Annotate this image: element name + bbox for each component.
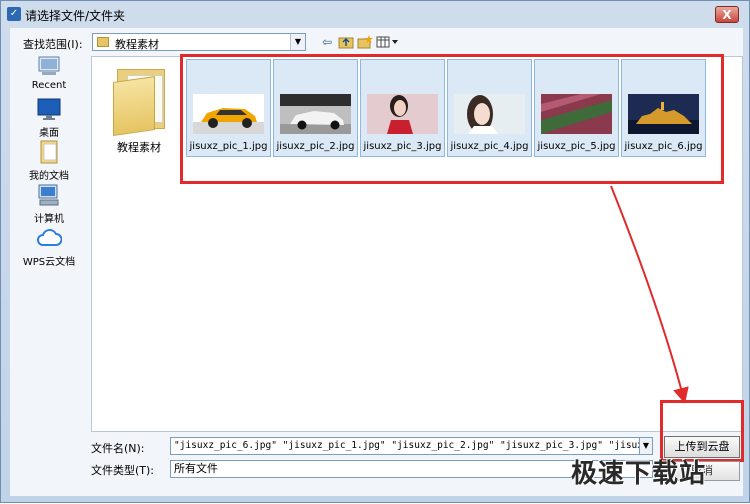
filename-input[interactable]: "jisuxz_pic_6.jpg" "jisuxz_pic_1.jpg" "j…	[170, 437, 640, 455]
cloud-icon	[36, 225, 63, 251]
place-label: Recent	[31, 80, 67, 91]
app-icon: ✓	[7, 7, 21, 21]
watermark-text: 极速下载站	[571, 459, 707, 489]
place-wps-cloud[interactable]: WPS云文档	[13, 225, 85, 268]
computer-icon	[36, 182, 62, 208]
place-desktop[interactable]: 桌面	[13, 96, 85, 139]
file-name: jisuxz_pic_6.jpg	[624, 141, 703, 152]
thumbnail-car-orange	[193, 94, 264, 134]
file-name: jisuxz_pic_3.jpg	[363, 141, 442, 152]
file-list[interactable]: 教程素材 jisuxz_pic_1.jpg jisuxz_pic_2.jpg j…	[91, 54, 743, 432]
file-item[interactable]: jisuxz_pic_4.jpg	[447, 59, 532, 157]
folder-icon	[97, 37, 109, 47]
thumbnail-aerial-field	[541, 94, 612, 134]
file-name: jisuxz_pic_1.jpg	[189, 141, 268, 152]
place-label: 桌面	[39, 128, 59, 139]
back-arrow-icon[interactable]: ⇦	[319, 34, 335, 50]
place-recent[interactable]: Recent	[13, 52, 85, 91]
thumbnail-portrait-white	[454, 94, 525, 134]
file-name: jisuxz_pic_4.jpg	[450, 141, 529, 152]
thumbnail-night-city	[628, 94, 699, 134]
place-label: WPS云文档	[22, 257, 76, 268]
chevron-down-icon[interactable]: ▼	[290, 34, 305, 50]
filetype-label: 文件类型(T):	[91, 464, 155, 477]
up-folder-icon[interactable]	[338, 34, 354, 50]
lookin-label: 查找范围(I):	[23, 38, 83, 51]
file-name: jisuxz_pic_5.jpg	[537, 141, 616, 152]
window-title: 请选择文件/文件夹	[25, 9, 126, 23]
close-button[interactable]: X	[715, 6, 739, 23]
file-item[interactable]: jisuxz_pic_5.jpg	[534, 59, 619, 157]
folder-item[interactable]: 教程素材	[108, 65, 170, 155]
desktop-icon	[36, 96, 62, 122]
filename-label: 文件名(N):	[91, 442, 145, 455]
selection-highlight-box: jisuxz_pic_1.jpg jisuxz_pic_2.jpg jisuxz…	[180, 54, 724, 184]
dialog-body: 查找范围(I): 教程素材 ▼ ⇦ Recent 桌面 我的文档 计算机 WPS…	[10, 28, 744, 496]
place-documents[interactable]: 我的文档	[13, 139, 85, 182]
file-name: jisuxz_pic_2.jpg	[276, 141, 355, 152]
file-item[interactable]: jisuxz_pic_6.jpg	[621, 59, 706, 157]
file-item[interactable]: jisuxz_pic_3.jpg	[360, 59, 445, 157]
lookin-value: 教程素材	[115, 38, 159, 51]
folder-icon	[111, 65, 167, 136]
place-computer[interactable]: 计算机	[13, 182, 85, 225]
places-bar: Recent 桌面 我的文档 计算机 WPS云文档	[13, 52, 85, 432]
place-label: 计算机	[34, 214, 64, 225]
thumbnail-car-white	[280, 94, 351, 134]
folder-label: 教程素材	[117, 141, 161, 154]
recent-icon	[36, 52, 62, 78]
documents-icon	[36, 139, 62, 165]
place-label: 我的文档	[29, 171, 69, 182]
file-item[interactable]: jisuxz_pic_2.jpg	[273, 59, 358, 157]
file-dialog: ✓ 请选择文件/文件夹 X 查找范围(I): 教程素材 ▼ ⇦ Recent 桌…	[0, 0, 750, 503]
thumbnail-portrait-red	[367, 94, 438, 134]
title-bar[interactable]: ✓ 请选择文件/文件夹 X	[1, 1, 749, 27]
view-menu-icon[interactable]	[376, 34, 400, 50]
file-item[interactable]: jisuxz_pic_1.jpg	[186, 59, 271, 157]
lookin-dropdown[interactable]: 教程素材 ▼	[92, 33, 306, 51]
new-folder-icon[interactable]	[357, 34, 373, 50]
